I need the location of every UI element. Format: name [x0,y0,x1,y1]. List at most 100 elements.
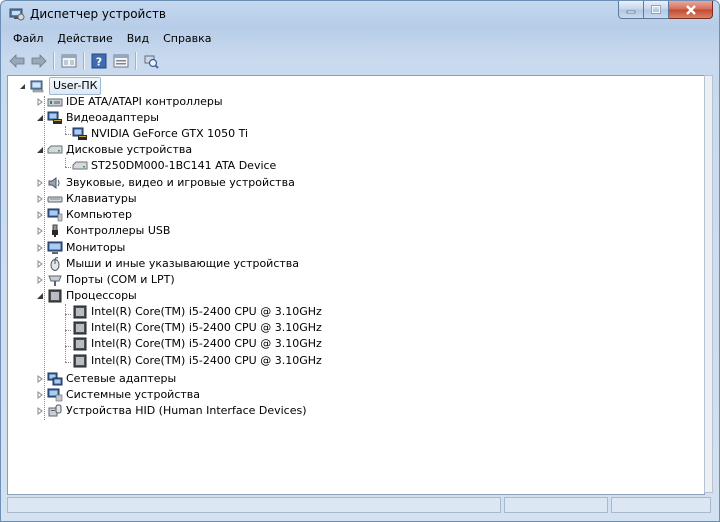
computer-icon [47,208,63,222]
tree-node-label: Дисковые устройства [66,143,193,156]
maximize-icon [651,5,661,14]
expanded-arrow-icon[interactable] [18,82,26,90]
disk-drive-icon [72,161,88,170]
processor-icon [73,305,87,319]
tree-leaf-hdd[interactable]: ST250DM000-1BC141 ATA Device [72,158,276,174]
tree-node-computer[interactable]: Компьютер [36,207,132,223]
tree-node-hid[interactable]: Устройства HID (Human Interface Devices) [36,403,307,419]
tree-node-label: Порты (COM и LPT) [66,273,175,286]
device-tree: User-ПК IDE ATA/ATAPI контроллеры Видеоа… [8,76,704,494]
minimize-icon [626,10,636,13]
minimize-button[interactable] [618,1,644,19]
tree-node-label: Компьютер [66,208,132,221]
tree-node-system-devices[interactable]: Системные устройства [36,387,200,403]
collapsed-arrow-icon[interactable] [36,276,44,284]
tree-node-mice[interactable]: Мыши и иные указывающие устройства [36,256,299,272]
ide-controller-icon [47,98,63,107]
tree-node-ports[interactable]: Порты (COM и LPT) [36,272,175,288]
menu-bar: Файл Действие Вид Справка [7,29,713,49]
tree-node-network-adapters[interactable]: Сетевые адаптеры [36,371,176,387]
collapsed-arrow-icon[interactable] [36,391,44,399]
scan-hardware-icon [144,55,159,69]
tree-leaf-cpu[interactable]: Intel(R) Core(TM) i5-2400 CPU @ 3.10GHz [72,336,322,352]
collapsed-arrow-icon[interactable] [36,244,44,252]
device-tree-panel[interactable]: User-ПК IDE ATA/ATAPI контроллеры Видеоа… [7,75,705,495]
tree-connector [65,314,71,315]
tree-node-keyboards[interactable]: Клавиатуры [36,191,137,207]
tree-root[interactable]: User-ПК [18,77,102,95]
computer-icon [30,80,44,93]
maximize-button[interactable] [644,1,669,19]
caption-buttons [618,1,713,21]
tree-node-label: Устройства HID (Human Interface Devices) [66,404,307,417]
tree-leaf-label: NVIDIA GeForce GTX 1050 Ti [91,127,249,140]
device-manager-window: Диспетчер устройств Файл Действие Вид Сп… [0,0,720,522]
tree-leaf-label: Intel(R) Core(TM) i5-2400 CPU @ 3.10GHz [91,354,322,367]
expanded-arrow-icon[interactable] [36,292,44,300]
tree-leaf-nvidia[interactable]: NVIDIA GeForce GTX 1050 Ti [72,126,248,142]
help-button[interactable]: ? [89,51,109,71]
tree-node-label: Клавиатуры [66,192,137,205]
window-title: Диспетчер устройств [30,7,167,21]
collapsed-arrow-icon[interactable] [36,195,44,203]
toolbar: ? [7,49,713,73]
display-adapter-icon [47,111,62,124]
tree-node-label: Контроллеры USB [66,224,171,237]
status-pane [504,497,608,513]
tree-leaf-cpu[interactable]: Intel(R) Core(TM) i5-2400 CPU @ 3.10GHz [72,353,322,369]
vertical-scrollbar[interactable] [704,75,713,493]
device-manager-icon [9,8,25,21]
tree-node-usb[interactable]: Контроллеры USB [36,223,170,239]
expanded-arrow-icon[interactable] [36,114,44,122]
tree-connector [65,346,71,347]
collapsed-arrow-icon[interactable] [36,227,44,235]
tree-connector [65,158,66,167]
tree-node-label: IDE ATA/ATAPI контроллеры [66,95,223,108]
menu-action[interactable]: Действие [51,30,118,48]
collapsed-arrow-icon[interactable] [36,375,44,383]
tree-node-processors[interactable]: Процессоры [36,288,137,304]
back-icon [9,54,25,68]
tree-node-label: Мыши и иные указывающие устройства [66,257,300,270]
tree-connector [65,126,66,134]
processor-icon [73,321,87,335]
close-icon [685,4,696,15]
tree-node-monitors[interactable]: Мониторы [36,240,125,256]
tree-node-label: Звуковые, видео и игровые устройства [66,176,295,189]
speaker-icon [48,177,60,189]
tree-node-video-adapters[interactable]: Видеоадаптеры [36,110,159,126]
tree-node-sound[interactable]: Звуковые, видео и игровые устройства [36,175,295,191]
tree-node-disk-drives[interactable]: Дисковые устройства [36,142,192,158]
collapsed-arrow-icon[interactable] [36,211,44,219]
expanded-arrow-icon[interactable] [36,146,44,154]
properties-button[interactable] [59,51,79,71]
status-pane [7,497,501,513]
forward-button[interactable] [29,51,49,71]
collapsed-arrow-icon[interactable] [36,260,44,268]
menu-help[interactable]: Справка [157,30,217,48]
expanded-arrow-icon [19,83,25,89]
processor-icon [48,289,62,303]
tree-leaf-cpu[interactable]: Intel(R) Core(TM) i5-2400 CPU @ 3.10GHz [72,304,322,320]
tree-node-label: Сетевые адаптеры [66,372,177,385]
tree-connector [65,362,71,363]
monitor-icon [47,241,63,254]
title-bar[interactable]: Диспетчер устройств [1,1,719,29]
menu-file[interactable]: Файл [7,30,49,48]
tree-connector [65,167,71,168]
collapsed-arrow-icon[interactable] [36,98,44,106]
collapsed-arrow-icon[interactable] [36,407,44,415]
mouse-icon [50,257,60,271]
back-button[interactable] [7,51,27,71]
tree-node-ide-ata[interactable]: IDE ATA/ATAPI контроллеры [36,94,223,110]
network-adapter-icon [47,372,63,386]
tree-leaf-cpu[interactable]: Intel(R) Core(TM) i5-2400 CPU @ 3.10GHz [72,320,322,336]
tree-node-label: Видеоадаптеры [66,111,159,124]
properties-icon [61,54,77,68]
scan-hardware-button[interactable] [141,51,161,71]
view-button[interactable] [111,51,131,71]
processor-icon [73,354,87,368]
close-button[interactable] [669,1,713,19]
menu-view[interactable]: Вид [121,30,155,48]
collapsed-arrow-icon[interactable] [36,179,44,187]
